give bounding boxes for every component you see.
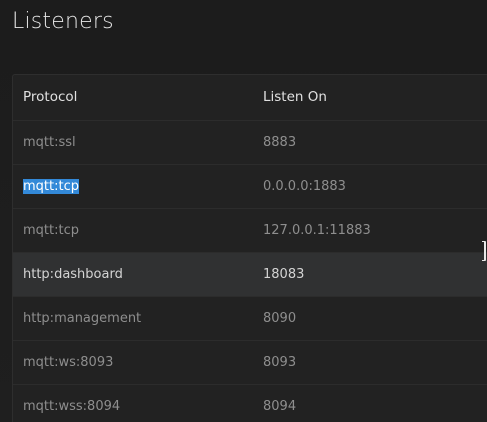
protocol-cell: mqtt:tcp xyxy=(23,222,79,238)
listeners-card: Protocol Listen On mqtt:ssl 8883 mqtt:tc… xyxy=(12,74,487,422)
table-row[interactable]: mqtt:ssl 8883 xyxy=(13,120,487,164)
table-row[interactable]: mqtt:ws:8093 8093 xyxy=(13,340,487,384)
protocol-cell: mqtt:tcp xyxy=(13,164,263,208)
protocol-cell: mqtt:ws:8093 xyxy=(23,354,114,370)
protocol-cell: http:dashboard xyxy=(23,266,123,282)
protocol-cell: mqtt:wss:8094 xyxy=(23,398,121,414)
listen-on-cell: 127.0.0.1:11883 xyxy=(263,222,371,238)
selected-text: mqtt:tcp xyxy=(23,178,79,194)
listen-on-cell: 8090 xyxy=(263,310,297,326)
listen-on-cell: 8883 xyxy=(263,134,297,150)
table-row[interactable]: mqtt:tcp 0.0.0.0:1883 xyxy=(13,164,487,208)
page-title: Listeners xyxy=(12,9,114,34)
column-header-protocol[interactable]: Protocol xyxy=(13,75,263,120)
text-cursor-icon xyxy=(482,241,486,261)
protocol-cell: mqtt:ssl xyxy=(23,134,76,150)
column-header-listen-on[interactable]: Listen On xyxy=(263,75,487,120)
listen-on-cell: 8094 xyxy=(263,398,297,414)
table-header-row: Protocol Listen On xyxy=(13,75,487,120)
listen-on-cell: 0.0.0.0:1883 xyxy=(263,178,346,194)
listeners-page: Listeners Protocol Listen On mqtt:ssl 88… xyxy=(0,0,487,422)
table-row-hovered[interactable]: http:dashboard 18083 xyxy=(13,252,487,296)
table-row[interactable]: mqtt:wss:8094 8094 xyxy=(13,384,487,422)
listen-on-cell: 8093 xyxy=(263,354,297,370)
protocol-cell: http:management xyxy=(23,310,142,326)
table-row[interactable]: mqtt:tcp 127.0.0.1:11883 xyxy=(13,208,487,252)
table-row[interactable]: http:management 8090 xyxy=(13,296,487,340)
listen-on-cell: 18083 xyxy=(263,266,305,282)
listeners-table: Protocol Listen On mqtt:ssl 8883 mqtt:tc… xyxy=(13,75,487,422)
